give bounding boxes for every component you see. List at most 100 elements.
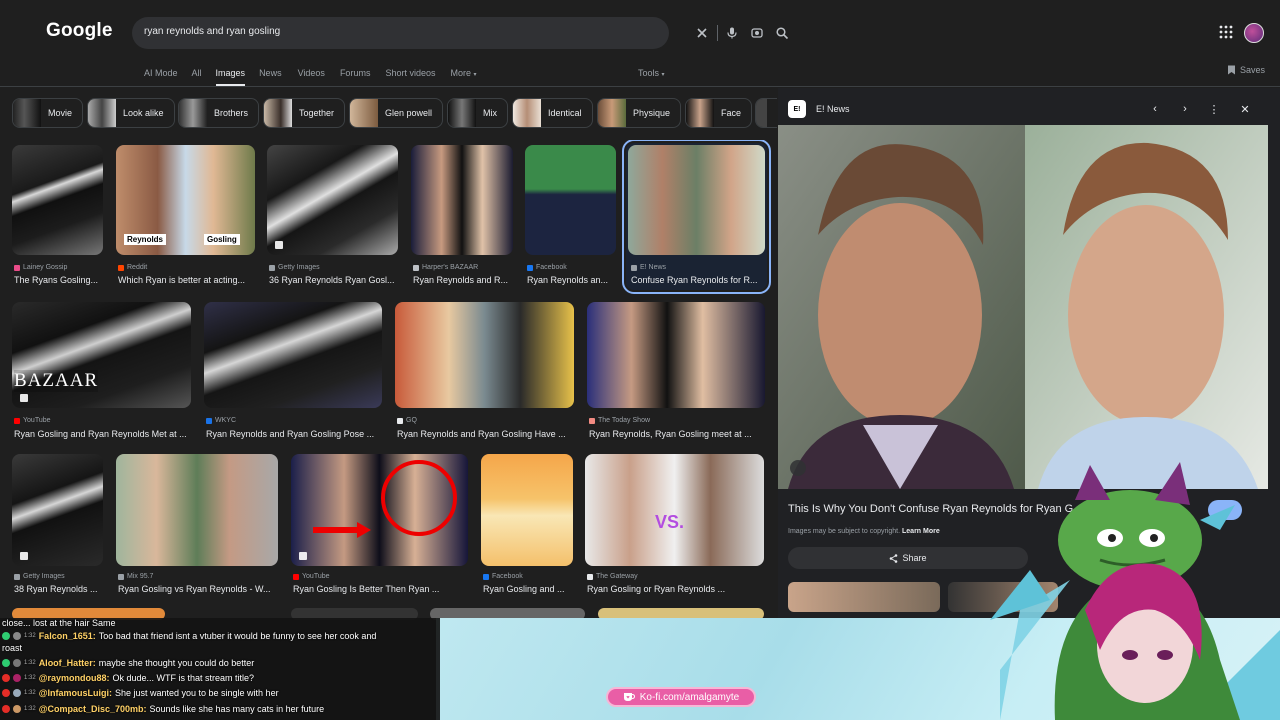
result-card[interactable]: YouTube Ryan Gosling Is Better Then Ryan… [291,454,468,594]
result-image[interactable] [395,302,574,408]
account-avatar[interactable] [1244,23,1264,43]
copyright-text: Images may be subject to copyright. [788,528,901,535]
chip-face[interactable]: Face [685,98,753,128]
tab-news[interactable]: News [259,64,282,86]
result-image[interactable] [411,145,513,255]
tab-ai-mode[interactable]: AI Mode [144,64,178,86]
chat-line: 1:32 @InfamousLuigi: She just wanted you… [2,688,279,698]
result-source: Mix 95.7 [118,573,153,580]
more-options-icon[interactable]: ⋮ [1207,102,1221,116]
result-image[interactable] [587,302,765,408]
result-card[interactable]: Harper's BAZAAR Ryan Reynolds and R... [411,145,513,290]
result-title[interactable]: Ryan Gosling Is Better Then Ryan ... [293,584,470,594]
result-image[interactable] [525,145,616,255]
result-image[interactable]: BAZAAR [12,302,191,408]
result-source: Getty Images [14,573,65,580]
lens-camera-icon[interactable] [748,24,766,42]
result-card[interactable]: Facebook Ryan Gosling and ... [481,454,573,594]
chip-glen-powell[interactable]: Glen powell [349,98,444,128]
search-input[interactable]: ryan reynolds and ryan gosling [144,26,280,37]
result-image[interactable] [481,454,573,566]
chip-mix[interactable]: Mix [447,98,508,128]
result-title[interactable]: Ryan Gosling and ... [483,584,575,594]
chip-more[interactable] [755,98,777,128]
result-title[interactable]: 38 Ryan Reynolds ... [14,584,105,594]
result-image[interactable]: VS. [585,454,764,566]
result-image[interactable] [291,454,468,566]
result-image[interactable] [12,454,103,566]
result-image[interactable] [628,145,765,255]
result-card[interactable]: The Today Show Ryan Reynolds, Ryan Gosli… [587,302,765,442]
tab-all[interactable]: All [192,64,202,86]
panel-source-name[interactable]: E! News [816,104,850,114]
result-title[interactable]: Ryan Reynolds and Ryan Gosling Have ... [397,429,576,439]
tab-images[interactable]: Images [215,64,245,86]
play-icon [20,394,28,402]
play-icon [299,552,307,560]
source-favicon [587,573,593,580]
result-card[interactable]: VS. The Gateway Ryan Gosling or Ryan Rey… [585,454,764,594]
result-card[interactable]: WKYC Ryan Reynolds and Ryan Gosling Pose… [204,302,382,442]
result-card[interactable]: GQ Ryan Reynolds and Ryan Gosling Have .… [395,302,574,442]
chip-label: Brothers [214,108,249,118]
result-card[interactable]: BAZAAR YouTube Ryan Gosling and Ryan Rey… [12,302,191,442]
result-card[interactable]: Mix 95.7 Ryan Gosling vs Ryan Reynolds -… [116,454,278,594]
result-title[interactable]: Ryan Gosling or Ryan Reynolds ... [587,584,766,594]
result-title[interactable]: Ryan Gosling vs Ryan Reynolds - W... [118,584,280,594]
result-title[interactable]: 36 Ryan Reynolds Ryan Gosl... [269,275,400,285]
result-card[interactable]: Getty Images 38 Ryan Reynolds ... [12,454,103,594]
close-icon[interactable]: ✕ [1238,102,1252,116]
result-card[interactable]: Reynolds Gosling Reddit Which Ryan is be… [116,145,255,290]
result-card[interactable]: Lainey Gossip The Ryans Gosling... [12,145,103,290]
next-icon[interactable]: › [1178,102,1192,116]
result-title[interactable]: Ryan Reynolds, Ryan Gosling meet at ... [589,429,767,439]
result-image[interactable] [204,302,382,408]
result-image[interactable] [267,145,398,255]
result-title[interactable]: Confuse Ryan Reynolds for R... [631,275,765,285]
tab-forums[interactable]: Forums [340,64,371,86]
kofi-banner[interactable]: Ko-fi.com/amalgamyte [606,687,756,707]
result-image[interactable] [12,145,103,255]
result-title[interactable]: Ryan Gosling and Ryan Reynolds Met at ..… [14,429,193,439]
clear-icon[interactable] [693,24,711,42]
chat-message-text: close... lost at the hair Same [2,618,116,628]
result-title[interactable]: Ryan Reynolds and Ryan Gosling Pose ... [206,429,384,439]
microphone-icon[interactable] [723,24,741,42]
google-logo[interactable]: Google [46,20,113,42]
previous-icon[interactable]: ‹ [1148,102,1162,116]
search-icon[interactable] [773,24,791,42]
search-box[interactable]: ryan reynolds and ryan gosling [132,17,789,49]
chat-time: 1:32 [24,675,36,681]
result-title[interactable]: The Ryans Gosling... [14,275,105,285]
tab-videos[interactable]: Videos [298,64,325,86]
chip-look-alike[interactable]: Look alike [87,98,175,128]
chip-identical[interactable]: Identical [512,98,593,128]
saves-button[interactable]: Saves [1227,65,1265,75]
related-image[interactable] [788,582,940,612]
result-card[interactable]: Getty Images 36 Ryan Reynolds Ryan Gosl.… [267,145,398,290]
play-icon [275,241,283,249]
result-image[interactable]: Reynolds Gosling [116,145,255,255]
result-title[interactable]: Ryan Reynolds and R... [413,275,515,285]
learn-more-link[interactable]: Learn More [902,528,940,535]
source-name: Mix 95.7 [127,573,154,580]
tools-label: Tools [638,68,660,78]
result-title[interactable]: Which Ryan is better at acting... [118,275,257,285]
tab-short-videos[interactable]: Short videos [385,64,435,86]
source-favicon [14,573,20,580]
preview-image[interactable] [778,125,1268,489]
chip-physique[interactable]: Physique [597,98,682,128]
chip-thumbnail [179,99,207,127]
result-title[interactable]: Ryan Reynolds an... [527,275,618,285]
tools-button[interactable]: Tools ▾ [638,68,665,78]
chip-movie[interactable]: Movie [12,98,84,128]
apps-grid-icon[interactable] [1218,24,1234,40]
tab-more[interactable]: More ▾ [450,64,476,86]
result-image[interactable] [116,454,278,566]
result-card-selected[interactable]: E! News Confuse Ryan Reynolds for R... [622,140,771,294]
result-source: Lainey Gossip [14,264,67,271]
result-card[interactable]: Facebook Ryan Reynolds an... [525,145,616,290]
chip-together[interactable]: Together [263,98,346,128]
chip-brothers[interactable]: Brothers [178,98,260,128]
image-text-label: Reynolds [124,234,167,245]
